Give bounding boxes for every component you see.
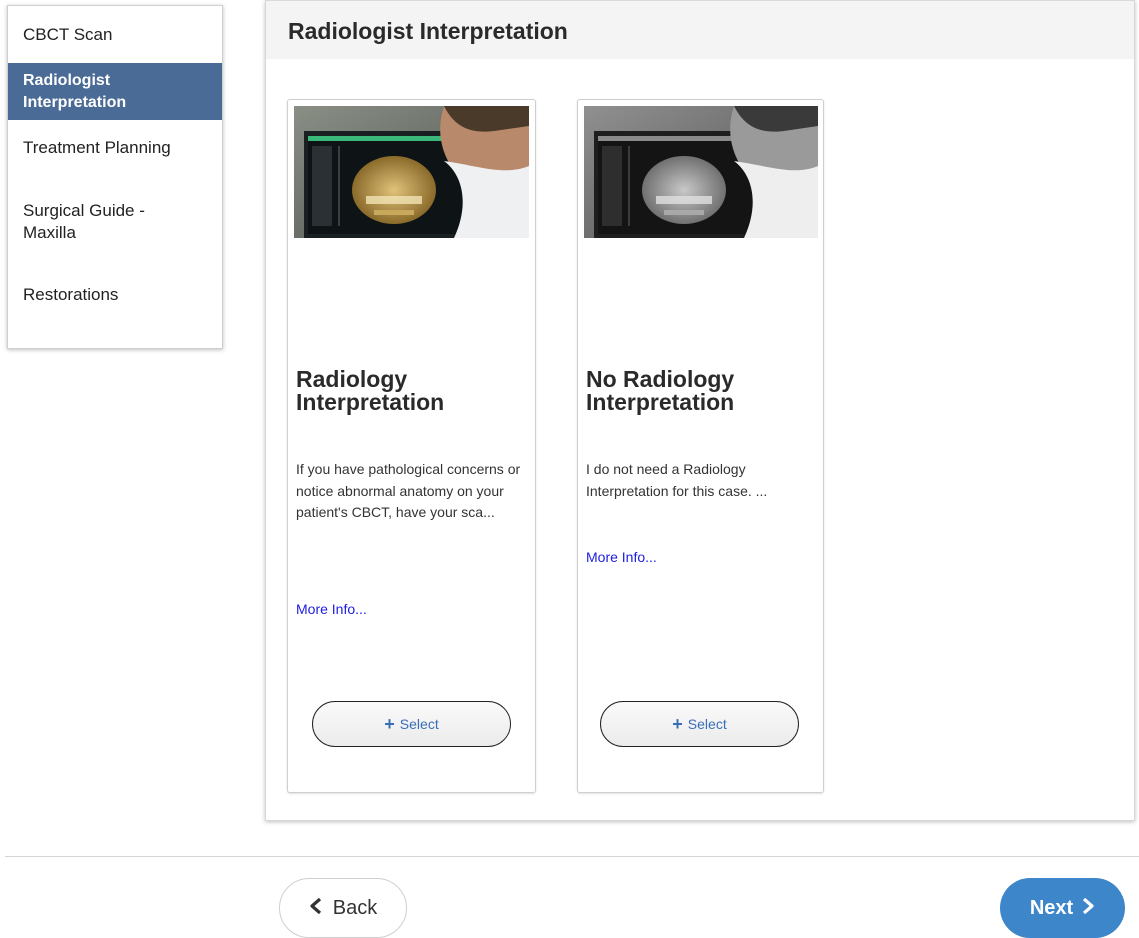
sidebar-item-label: Restorations — [23, 285, 119, 304]
next-button[interactable]: Next — [1000, 878, 1125, 938]
option-card-radiology-interpretation[interactable]: Radiology Interpretation If you have pat… — [287, 99, 536, 793]
sidebar-item-label: Radiologist Interpretation — [23, 71, 127, 111]
back-button[interactable]: Back — [279, 878, 407, 938]
chevron-left-icon — [309, 897, 323, 920]
radiologist-image — [584, 106, 818, 238]
more-info-link[interactable]: More Info... — [296, 601, 367, 617]
select-button-label: Select — [399, 716, 439, 732]
chevron-right-icon — [1081, 897, 1095, 920]
panel-title: Radiologist Interpretation — [266, 1, 1134, 59]
next-button-label: Next — [1029, 896, 1074, 919]
sidebar-item-label: Treatment Planning — [23, 138, 171, 157]
radiologist-image — [294, 106, 529, 238]
plus-icon: + — [672, 714, 683, 734]
card-description: If you have pathological concerns or not… — [296, 461, 521, 520]
sidebar-item-radiologist-interpretation[interactable]: Radiologist Interpretation — [8, 63, 222, 120]
card-image-color — [294, 106, 529, 238]
step-sidebar: CBCT Scan Radiologist Interpretation Tre… — [7, 5, 223, 349]
select-button[interactable]: + Select — [600, 701, 799, 747]
sidebar-item-label: CBCT Scan — [23, 24, 113, 44]
sidebar-item-label: Surgical Guide - Maxilla — [23, 201, 145, 242]
card-description: I do not need a Radiology Interpretation… — [586, 461, 768, 499]
select-button[interactable]: + Select — [312, 701, 511, 747]
card-title: Radiology Interpretation — [296, 366, 445, 415]
select-button-label: Select — [687, 716, 727, 732]
back-button-label: Back — [332, 896, 378, 919]
more-info-link[interactable]: More Info... — [586, 549, 657, 565]
card-image-grayscale — [584, 106, 818, 238]
plus-icon: + — [384, 714, 395, 734]
card-title: No Radiology Interpretation — [586, 366, 735, 415]
footer-divider — [5, 856, 1139, 857]
sidebar-item-restorations[interactable]: Restorations — [8, 268, 222, 322]
sidebar-item-surgical-guide-maxilla[interactable]: Surgical Guide - Maxilla — [8, 176, 222, 268]
sidebar-item-treatment-planning[interactable]: Treatment Planning — [8, 120, 222, 176]
sidebar-item-cbct-scan[interactable]: CBCT Scan — [8, 6, 222, 63]
option-card-no-radiology-interpretation[interactable]: No Radiology Interpretation I do not nee… — [577, 99, 824, 793]
